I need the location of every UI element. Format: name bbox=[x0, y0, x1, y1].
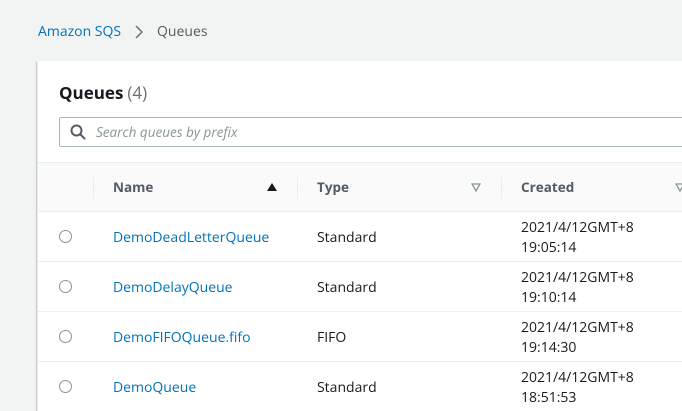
row-select-radio[interactable] bbox=[59, 230, 72, 243]
created-time: 19:14:30 bbox=[521, 338, 577, 357]
queue-name-link[interactable]: DemoDeadLetterQueue bbox=[113, 228, 269, 247]
created-date: 2021/4/12GMT+8 bbox=[521, 218, 634, 237]
panel-title: Queues (4) bbox=[59, 81, 147, 104]
queue-created: 2021/4/12GMT+8 19:10:14 bbox=[521, 268, 634, 308]
queue-type: Standard bbox=[317, 378, 377, 397]
queue-type: Standard bbox=[317, 278, 377, 297]
column-header-type-label: Type bbox=[317, 178, 350, 196]
queues-table: Name Type Created DemoDeadLetterQueue St… bbox=[38, 162, 682, 411]
panel-title-text: Queues bbox=[59, 81, 124, 104]
table-row[interactable]: DemoDeadLetterQueue Standard 2021/4/12GM… bbox=[38, 212, 682, 262]
table-row[interactable]: DemoFIFOQueue.fifo FIFO 2021/4/12GMT+8 1… bbox=[38, 312, 682, 362]
row-select-radio[interactable] bbox=[59, 330, 72, 343]
queue-name-link[interactable]: DemoQueue bbox=[113, 378, 196, 397]
queues-panel: Queues(4) Name bbox=[37, 61, 682, 411]
column-header-type[interactable]: Type bbox=[317, 163, 502, 211]
breadcrumb-current: Queues bbox=[157, 22, 208, 41]
column-header-name-label: Name bbox=[113, 178, 154, 196]
created-date: 2021/4/12GMT+8 bbox=[521, 318, 634, 337]
search-box[interactable] bbox=[59, 117, 682, 147]
queue-type: Standard bbox=[317, 228, 377, 247]
column-divider bbox=[297, 177, 298, 199]
queue-name-link[interactable]: DemoDelayQueue bbox=[113, 278, 233, 297]
chevron-right-icon bbox=[135, 24, 144, 39]
column-header-created-label: Created bbox=[521, 178, 575, 196]
queue-count: (4) bbox=[127, 81, 148, 104]
search-input[interactable] bbox=[94, 122, 678, 142]
table-row[interactable]: DemoQueue Standard 2021/4/12GMT+8 18:51:… bbox=[38, 362, 682, 411]
table-header: Name Type Created bbox=[38, 162, 682, 212]
created-time: 19:05:14 bbox=[521, 238, 577, 257]
breadcrumb-amazon-sqs-link[interactable]: Amazon SQS bbox=[38, 22, 121, 41]
queue-created: 2021/4/12GMT+8 18:51:53 bbox=[521, 368, 634, 408]
sort-ascending-icon[interactable] bbox=[267, 183, 277, 191]
queue-created: 2021/4/12GMT+8 19:05:14 bbox=[521, 218, 634, 258]
column-divider bbox=[93, 177, 94, 199]
column-header-name[interactable]: Name bbox=[113, 163, 298, 211]
column-header-created[interactable]: Created bbox=[521, 163, 682, 211]
sort-caret-down-icon[interactable] bbox=[675, 182, 682, 192]
column-divider bbox=[501, 177, 502, 199]
row-select-radio[interactable] bbox=[59, 280, 72, 293]
created-date: 2021/4/12GMT+8 bbox=[521, 368, 634, 387]
row-select-radio[interactable] bbox=[59, 380, 72, 393]
sqs-queues-page: Amazon SQS Queues Queues(4) Name bbox=[0, 0, 682, 411]
queue-created: 2021/4/12GMT+8 19:14:30 bbox=[521, 318, 634, 358]
breadcrumb: Amazon SQS Queues bbox=[38, 22, 208, 41]
table-row[interactable]: DemoDelayQueue Standard 2021/4/12GMT+8 1… bbox=[38, 262, 682, 312]
sort-caret-down-icon[interactable] bbox=[471, 182, 481, 192]
queue-name-link[interactable]: DemoFIFOQueue.fifo bbox=[113, 328, 251, 347]
created-time: 19:10:14 bbox=[521, 288, 577, 307]
created-date: 2021/4/12GMT+8 bbox=[521, 268, 634, 287]
queue-type: FIFO bbox=[317, 328, 347, 347]
search-icon bbox=[70, 124, 86, 140]
created-time: 18:51:53 bbox=[521, 388, 577, 407]
